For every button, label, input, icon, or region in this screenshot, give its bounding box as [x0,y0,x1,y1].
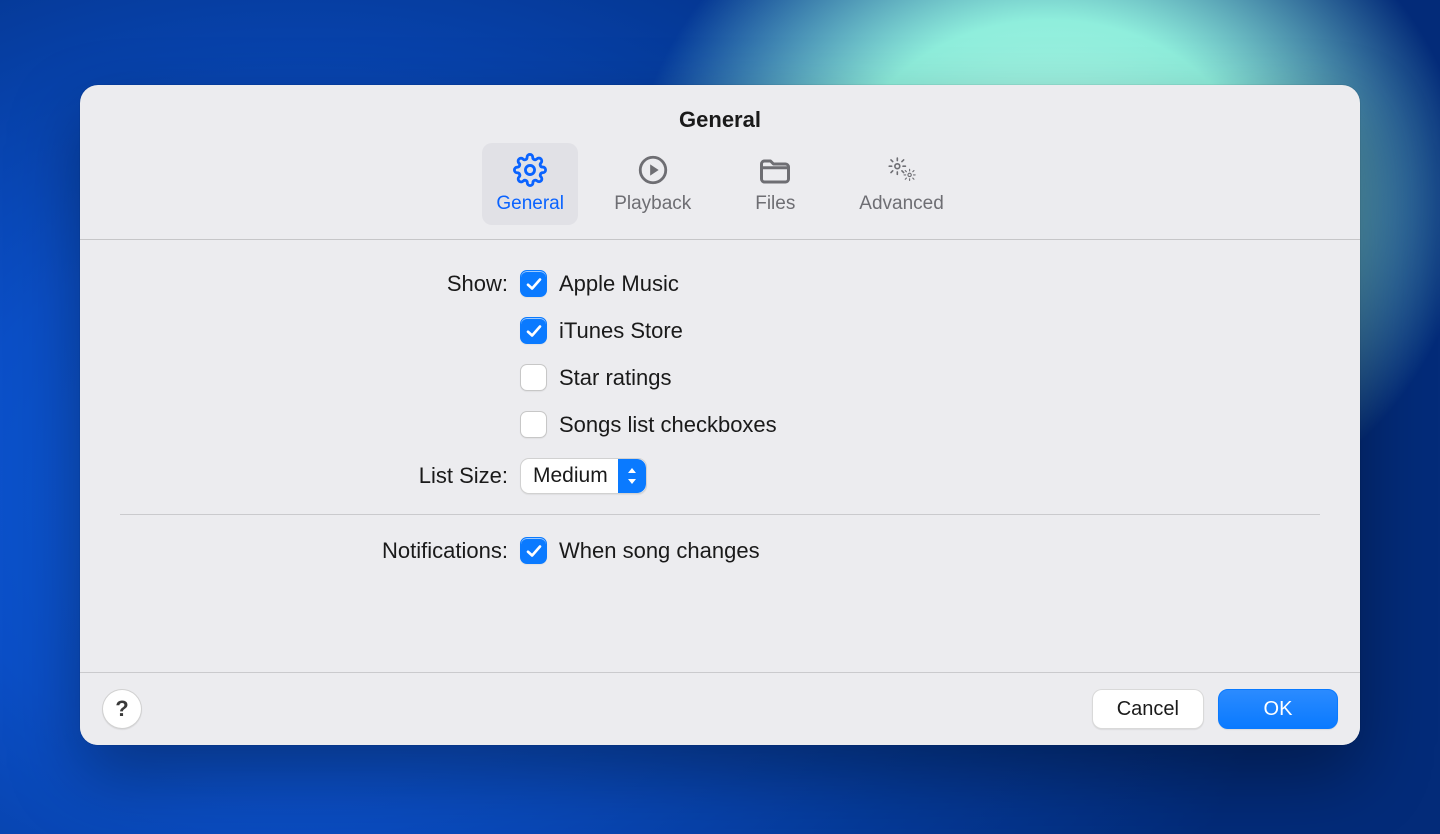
option-label: Star ratings [559,365,672,391]
window-title: General [80,85,1360,133]
row-list-size: List Size: Medium [120,458,1320,494]
content-area: Show: Apple Music iTunes Store [80,240,1360,672]
list-size-select[interactable]: Medium [520,458,647,494]
tab-label: Files [755,193,795,215]
checkbox-songs-list[interactable] [520,411,547,438]
list-size-value: Medium [533,464,618,488]
desktop-background: General General Playback Files [0,0,1440,834]
tab-bar: General Playback Files [80,133,1360,239]
show-label: Show: [120,271,520,297]
select-stepper-icon [618,459,646,493]
row-show-apple-music: Show: Apple Music [120,270,1320,297]
option-label: Apple Music [559,271,679,297]
list-size-label: List Size: [120,463,520,489]
section-separator [120,514,1320,515]
checkbox-song-changes[interactable] [520,537,547,564]
checkbox-star-ratings[interactable] [520,364,547,391]
row-notifications: Notifications: When song changes [120,537,1320,564]
notifications-label: Notifications: [120,538,520,564]
option-label: iTunes Store [559,318,683,344]
tab-playback[interactable]: Playback [600,143,705,225]
preferences-window: General General Playback Files [80,85,1360,745]
gears-icon [884,153,920,187]
tab-files[interactable]: Files [727,143,823,225]
play-circle-icon [635,153,671,187]
tab-label: General [496,193,564,215]
option-label: When song changes [559,538,760,564]
option-label: Songs list checkboxes [559,412,777,438]
cancel-button[interactable]: Cancel [1092,689,1204,729]
ok-button[interactable]: OK [1218,689,1338,729]
tab-label: Advanced [859,193,944,215]
footer: ? Cancel OK [80,672,1360,745]
row-show-songs-checkboxes: Songs list checkboxes [120,411,1320,438]
row-show-star-ratings: Star ratings [120,364,1320,391]
folder-icon [757,153,793,187]
checkbox-apple-music[interactable] [520,270,547,297]
help-button[interactable]: ? [102,689,142,729]
gear-icon [512,153,548,187]
tab-general[interactable]: General [482,143,578,225]
row-show-itunes-store: iTunes Store [120,317,1320,344]
tab-advanced[interactable]: Advanced [845,143,958,225]
tab-label: Playback [614,193,691,215]
checkbox-itunes-store[interactable] [520,317,547,344]
